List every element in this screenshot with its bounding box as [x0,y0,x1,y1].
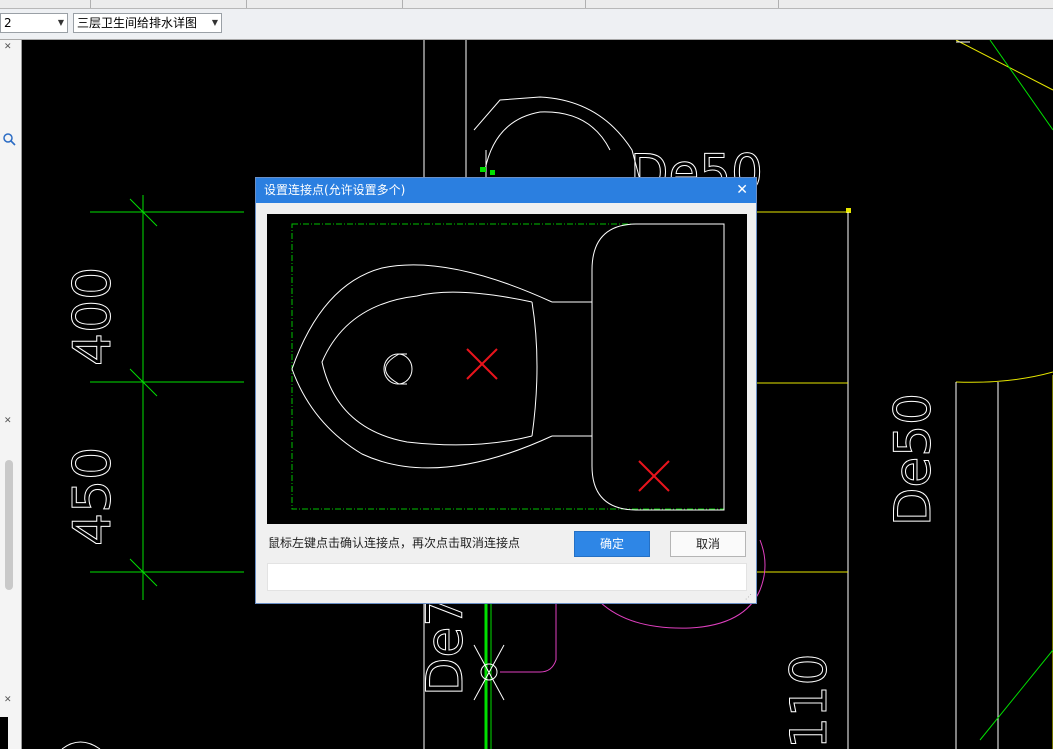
cancel-button[interactable]: 取消 [670,531,746,557]
info-box [267,563,747,591]
close-icon[interactable]: ✕ [4,42,12,52]
connection-point-dialog: 设置连接点(允许设置多个) ✕ 鼠标左键点击确认连接点，再次点击取消连接点 确定… [255,177,757,604]
left-panel: ✕ ✕ ✕ [0,40,22,749]
close-icon[interactable]: ✕ [4,416,12,426]
dialog-hint: 鼠标左键点击确认连接点，再次点击取消连接点 [268,536,521,550]
label-de-partial: De7 [416,595,474,696]
connection-marker[interactable] [638,460,670,492]
chevron-down-icon: ▼ [57,18,64,27]
ribbon-strip [0,0,1053,9]
resize-grip-icon[interactable]: ⋰ [745,593,753,601]
search-icon[interactable] [2,132,18,148]
toolbar: 2 ▼ 三层卫生间给排水详图 ▼ [0,9,1053,40]
drawing-select[interactable]: 三层卫生间给排水详图 ▼ [73,13,222,33]
label-110-partial: 110 [780,654,838,749]
chevron-down-icon: ▼ [211,18,218,27]
close-icon[interactable]: ✕ [4,695,12,705]
toilet-preview-svg [291,223,725,511]
floor-select-value: 2 [4,16,12,30]
dialog-title-bar[interactable]: 设置连接点(允许设置多个) ✕ [256,178,756,203]
close-icon[interactable]: ✕ [736,178,748,203]
connection-marker[interactable] [466,348,498,380]
label-de50-right: De50 [884,393,942,526]
ok-button[interactable]: 确定 [574,531,650,557]
floor-select[interactable]: 2 ▼ [0,13,68,33]
dim-lower: 450 [63,447,123,546]
drawing-select-value: 三层卫生间给排水详图 [77,16,198,30]
scrollbar[interactable] [5,460,13,590]
dialog-title: 设置连接点(允许设置多个) [264,183,406,197]
fixture-preview[interactable] [267,214,747,524]
dim-upper: 400 [63,267,123,366]
